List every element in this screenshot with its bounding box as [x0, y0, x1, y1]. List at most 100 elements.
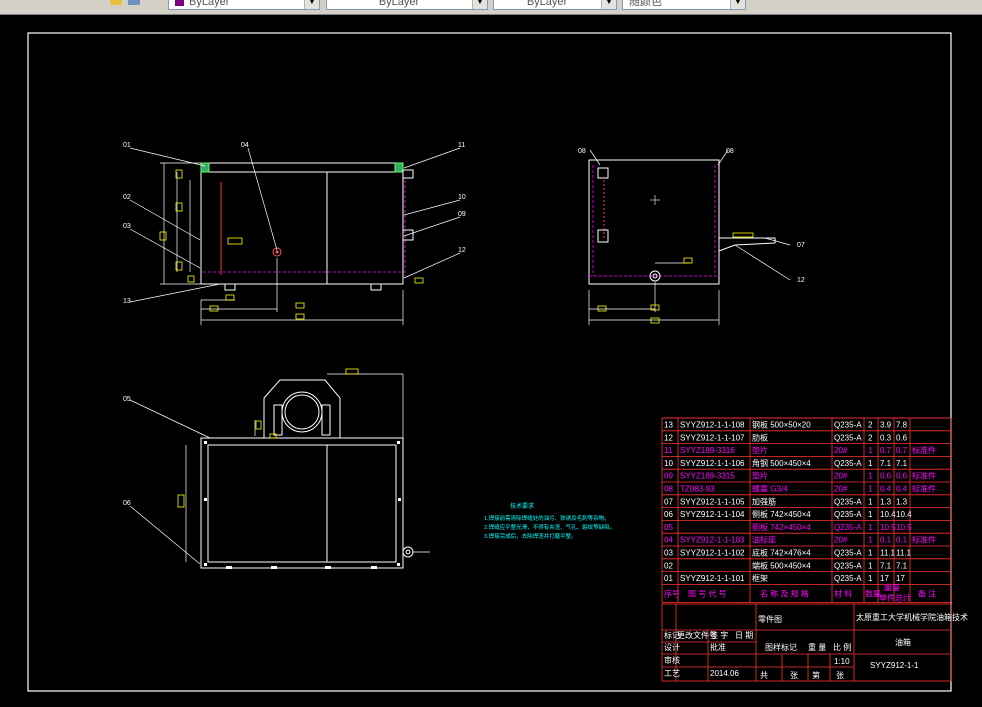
bom-weight-total: 7.1	[896, 459, 908, 468]
bom-qty: 1	[868, 497, 873, 506]
role: 审核	[664, 655, 680, 665]
bom-header-weight: 重量	[884, 582, 900, 592]
balloon: 08	[726, 148, 734, 155]
chevron-down-icon[interactable]: ▼	[601, 0, 616, 9]
bom-qty: 1	[868, 472, 873, 481]
bom-weight-single: 0.4	[880, 485, 892, 494]
bom-weight-total: 10.4	[896, 510, 912, 519]
bom-header-code: 图 号 代 号	[688, 588, 727, 598]
color-combo[interactable]: ByLayer ▼	[168, 0, 320, 10]
front-view	[129, 147, 461, 325]
note-line: 2.焊缝应平整光滑，不得有夹渣、气孔、裂纹等缺陷。	[484, 523, 615, 531]
page: 第	[812, 670, 820, 680]
balloon: 02	[123, 194, 131, 201]
bom-weight-total: 0.6	[896, 472, 908, 481]
bom-material: Q235-A	[834, 523, 862, 532]
bom-code: TZ083-93	[680, 485, 715, 494]
bom-qty: 1	[868, 510, 873, 519]
bom-material: Q235-A	[834, 549, 862, 558]
model-space-canvas[interactable]: 01 02 03 04 11 10 09 13 08 08 12 05 06 0…	[0, 15, 982, 702]
bom-no: 01	[664, 574, 673, 583]
bom-code: SYYZ912-1-1-107	[680, 433, 745, 442]
linetype-combo[interactable]: ByLayer ▼	[326, 0, 488, 10]
bom-weight-total: 0.4	[896, 485, 908, 494]
bom-weight-single: 0.7	[880, 446, 892, 455]
bom-code: SYYZ912-1-1-101	[680, 574, 745, 583]
bom-material: Q235-A	[834, 574, 862, 583]
bom-no: 12	[664, 433, 673, 442]
balloon: 08	[578, 148, 586, 155]
role: 批准	[710, 642, 726, 652]
bom-header-material: 材 料	[834, 588, 852, 598]
bom-name: 侧板 742×450×4	[752, 522, 811, 532]
bom-code: SYYZ912-1-1-103	[680, 536, 745, 545]
bom-weight-single: 7.1	[880, 561, 892, 570]
properties-toolbar: ByLayer ▼ ByLayer ▼ ByLayer ▼ 随颜色 ▼	[0, 0, 982, 15]
bom-no: 05	[664, 523, 673, 532]
note-line: 3.焊接完成后，去除焊渣并打磨平整。	[484, 532, 577, 540]
bom-material: Q235-A	[834, 459, 862, 468]
bom-material: Q235-A	[834, 561, 862, 570]
bom-qty: 1	[868, 446, 873, 455]
bom-weight-single: 3.9	[880, 421, 892, 430]
bom-weight-total: 17	[896, 574, 905, 583]
balloon: 04	[241, 142, 249, 149]
lineweight-combo[interactable]: ByLayer ▼	[493, 0, 617, 10]
balloon: 11	[458, 142, 465, 149]
bom-qty: 1	[868, 523, 873, 532]
bom-weight-total: 0.6	[896, 433, 908, 442]
bom-code: SYYZ912-1-1-106	[680, 459, 745, 468]
bom-name: 角钢 500×450×4	[752, 458, 811, 468]
bom-material: Q235-A	[834, 497, 862, 506]
bom-name: 肋板	[752, 432, 768, 442]
bom-no: 03	[664, 549, 673, 558]
bom-code: SYYZ912-1-1-108	[680, 421, 745, 430]
bom-weight-total: 7.1	[896, 561, 908, 570]
bom-weight-total: 11.1	[896, 549, 912, 558]
bom-weight-single: 0.3	[880, 433, 892, 442]
bom-material: 20#	[834, 485, 848, 494]
bom-weight-single: 7.1	[880, 459, 892, 468]
weight-label: 重 量	[808, 642, 826, 652]
bom-code: SYYZ189-3315	[680, 472, 735, 481]
bom-material: 20#	[834, 536, 848, 545]
title-block: 零件图 太原重工大学机械学院油箱技术 油箱 SYYZ912-1-1 图样标记 重…	[661, 603, 968, 682]
crosshair-cursor	[650, 195, 660, 205]
note-line: 1.焊接前需清除焊缝处的油污、铁锈及毛刺等杂物。	[484, 514, 610, 522]
balloon: 01	[123, 142, 131, 149]
bom-weight-total: 0.7	[896, 446, 908, 455]
bom-qty: 1	[868, 561, 873, 570]
bom-material: 20#	[834, 472, 848, 481]
role: 签 字	[710, 630, 728, 640]
balloon: 06	[123, 500, 131, 507]
color-swatch	[175, 0, 184, 6]
plotstyle-combo-value: 随颜色	[629, 0, 662, 8]
plotstyle-combo[interactable]: 随颜色 ▼	[622, 0, 746, 10]
chevron-down-icon[interactable]: ▼	[472, 0, 487, 9]
chevron-down-icon[interactable]: ▼	[730, 0, 745, 9]
bom-note: 标准件	[912, 471, 936, 481]
layer-tools-icon[interactable]	[100, 0, 150, 8]
bom-no: 07	[664, 497, 673, 506]
role: 工艺	[664, 669, 680, 678]
bom-no: 13	[664, 421, 673, 430]
bom-qty: 1	[868, 485, 873, 494]
bom-name: 框架	[752, 573, 768, 583]
bom-name: 油标座	[752, 535, 776, 545]
balloon: 05	[123, 396, 131, 403]
bom-code: SYYZ912-1-1-104	[680, 510, 745, 519]
bom-weight-total: 10.5	[896, 523, 912, 532]
role: 设计	[664, 642, 680, 652]
bom-name: 垫片	[752, 445, 768, 455]
bom-code: SYYZ912-1-1-105	[680, 497, 745, 506]
bom-weight-single: 17	[880, 574, 889, 583]
bom-header-single: 单件	[879, 592, 895, 602]
sheet-label: 张	[790, 671, 798, 680]
role: 日 期	[735, 631, 753, 640]
bom-weight-total: 7.8	[896, 421, 908, 430]
bom-name: 端板 500×450×4	[752, 560, 811, 570]
balloon: 07	[797, 242, 805, 249]
chevron-down-icon[interactable]: ▼	[304, 0, 319, 9]
bom-qty: 1	[868, 574, 873, 583]
side-view	[588, 149, 791, 325]
